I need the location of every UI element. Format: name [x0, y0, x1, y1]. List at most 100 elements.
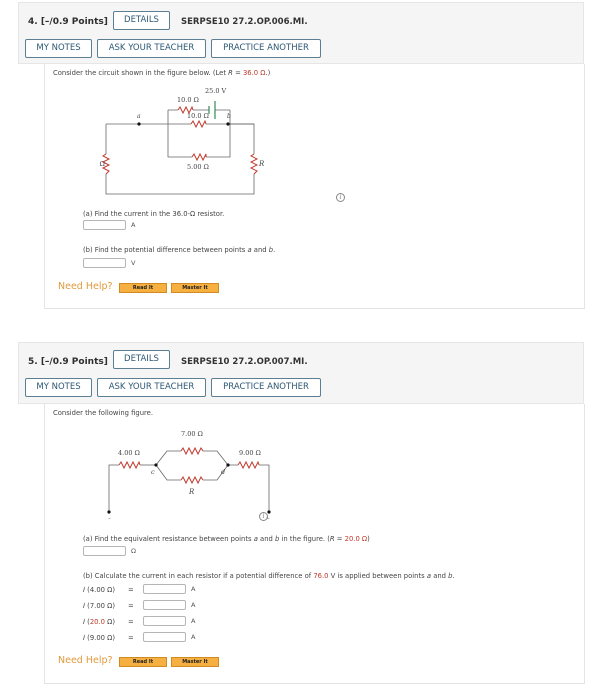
my-notes-button[interactable]: MY NOTES	[25, 378, 92, 397]
and-text: and	[431, 572, 449, 580]
part-b-prompt: (b) Calculate the current in each resist…	[83, 572, 455, 580]
r1-label: 4.00 Ω	[118, 449, 140, 457]
resistor-4ohm	[118, 460, 141, 470]
node-a	[107, 510, 111, 514]
r-value: 20.0 Ω	[344, 535, 368, 543]
master-it-button[interactable]: Master It	[171, 657, 219, 667]
node-d	[226, 463, 230, 467]
info-icon[interactable]: i	[336, 193, 345, 202]
point-a-label: a	[137, 113, 141, 120]
equals-sign: =	[128, 602, 134, 610]
current-label: I (9.00 Ω)	[83, 634, 115, 642]
r-top-label: 10.0 Ω	[177, 96, 199, 104]
practice-another-button[interactable]: PRACTICE ANOTHER	[211, 39, 321, 58]
r-left-label: 5.00 Ω	[97, 160, 105, 168]
details-button[interactable]: DETAILS	[113, 11, 170, 30]
part-b-prompt: (b) Find the potential difference betwee…	[83, 246, 275, 254]
end-text: .	[273, 246, 276, 254]
need-help-label: Need Help?	[58, 655, 113, 666]
ask-teacher-button[interactable]: ASK YOUR TEACHER	[97, 39, 206, 58]
point-b-label: b	[227, 113, 231, 120]
unit: A	[191, 617, 196, 625]
question-intro: Consider the circuit shown in the figure…	[53, 69, 270, 77]
part-b-unit: V	[131, 259, 136, 267]
paren: )	[112, 602, 115, 610]
practice-another-button[interactable]: PRACTICE ANOTHER	[211, 378, 321, 397]
unit: A	[191, 585, 196, 593]
current-label: I (4.00 Ω)	[83, 586, 115, 594]
end-text: )	[367, 535, 370, 543]
eq-text: =	[334, 535, 345, 543]
r-middle-label: 10.0 Ω	[187, 112, 209, 120]
my-notes-button[interactable]: MY NOTES	[25, 39, 92, 58]
unit: A	[191, 601, 196, 609]
current-9ohm-input[interactable]	[143, 632, 186, 642]
r3-label: 9.00 Ω	[239, 449, 261, 457]
node-b	[226, 122, 230, 126]
current-label: I (20.0 Ω)	[83, 618, 115, 626]
part-a-prompt: (a) Find the current in the 36.0-Ω resis…	[83, 210, 225, 218]
question-title: 4. [–/0.9 Points]	[28, 17, 108, 27]
paren: )	[112, 618, 115, 626]
battery-icon	[208, 101, 216, 119]
circuit-figure-1: 25.0 V 10.0 Ω 10.0 Ω 5.00 Ω 5.00 Ω R a b	[97, 87, 265, 195]
r-bottom-label: 5.00 Ω	[187, 163, 209, 171]
master-it-button[interactable]: Master It	[171, 283, 219, 293]
part-a-answer-input[interactable]	[83, 546, 126, 556]
part-a-answer-input[interactable]	[83, 220, 126, 230]
part-b-text: (b) Calculate the current in each resist…	[83, 572, 314, 580]
read-it-button[interactable]: Read It	[119, 657, 167, 667]
question-5-body: Consider the following figure. 7.00 Ω 4.…	[44, 404, 585, 684]
circuit-figure-2: 7.00 Ω 4.00 Ω 9.00 Ω R c d a b	[107, 430, 271, 519]
emf-label: 25.0 V	[205, 87, 227, 95]
question-code: SERPSE10 27.2.OP.007.MI.	[181, 357, 308, 367]
resistor-7ohm	[180, 446, 204, 456]
info-icon[interactable]: i	[259, 512, 268, 521]
current-label: I (7.00 Ω)	[83, 602, 115, 610]
current-7ohm-input[interactable]	[143, 600, 186, 610]
intro-text: Consider the circuit shown in the figure…	[53, 69, 229, 77]
r-right-label: R	[258, 160, 265, 168]
question-title: 5. [–/0.9 Points]	[28, 357, 108, 367]
resistor-right	[249, 153, 259, 175]
question-intro: Consider the following figure.	[53, 409, 154, 417]
r4-label: R	[188, 488, 195, 496]
question-code: SERPSE10 27.2.OP.006.MI.	[181, 17, 308, 27]
node-c	[154, 463, 158, 467]
unit: A	[191, 633, 196, 641]
intro-eq: =	[232, 69, 243, 77]
equals-sign: =	[128, 586, 134, 594]
mid-text: in the figure. (	[279, 535, 330, 543]
ask-teacher-button[interactable]: ASK YOUR TEACHER	[97, 378, 206, 397]
read-it-button[interactable]: Read It	[119, 283, 167, 293]
res-value: 9.00 Ω	[89, 634, 113, 642]
point-c-label: c	[151, 468, 155, 476]
resistor-bottom	[191, 152, 207, 162]
current-4ohm-input[interactable]	[143, 584, 186, 594]
equals-sign: =	[128, 634, 134, 642]
voltage-value: 76.0	[313, 572, 329, 580]
node-a	[137, 122, 141, 126]
part-b-answer-input[interactable]	[83, 258, 126, 268]
details-button[interactable]: DETAILS	[113, 350, 170, 369]
point-a-label: a	[107, 516, 111, 519]
end-text: .	[452, 572, 455, 580]
equals-sign: =	[128, 618, 134, 626]
current-R-input[interactable]	[143, 616, 186, 626]
question-5-header: 5. [–/0.9 Points] DETAILS SERPSE10 27.2.…	[18, 342, 584, 404]
res-value: 7.00 Ω	[89, 602, 113, 610]
paren: )	[112, 634, 115, 642]
res-value: 4.00 Ω	[89, 586, 113, 594]
question-4-body: Consider the circuit shown in the figure…	[44, 64, 585, 309]
and-text: and	[257, 535, 275, 543]
node-b	[267, 510, 271, 514]
part-a-text: (a) Find the equivalent resistance betwe…	[83, 535, 254, 543]
and-text: and	[251, 246, 269, 254]
mid-text: V is applied between points	[328, 572, 427, 580]
part-b-text: (b) Find the potential difference betwee…	[83, 246, 248, 254]
intro-value: 36.0 Ω	[242, 69, 266, 77]
part-a-prompt: (a) Find the equivalent resistance betwe…	[83, 535, 370, 543]
paren: )	[112, 586, 115, 594]
r2-label: 7.00 Ω	[181, 430, 203, 438]
resistor-9ohm	[237, 460, 260, 470]
